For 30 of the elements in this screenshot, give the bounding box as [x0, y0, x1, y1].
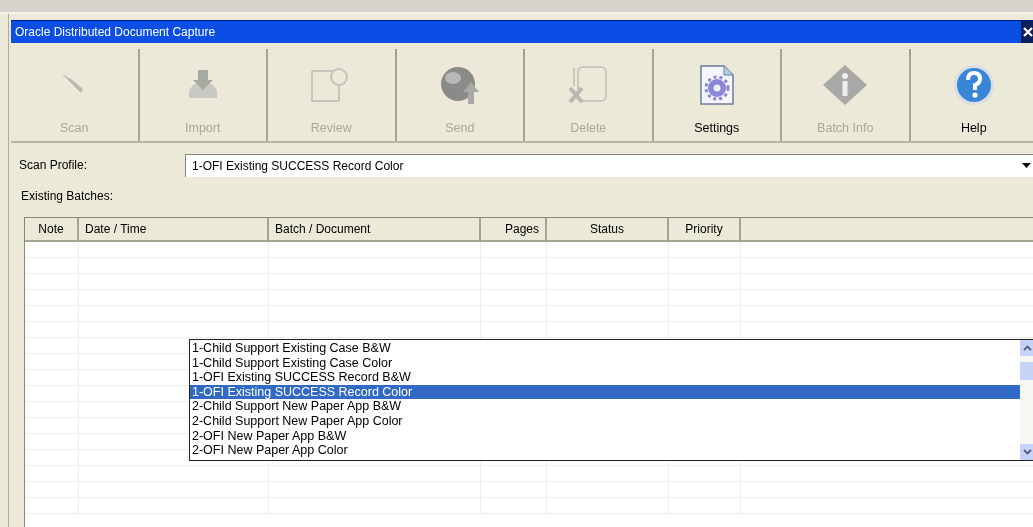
- scroll-up-button[interactable]: [1020, 340, 1033, 356]
- info-diamond-icon: [822, 64, 869, 106]
- column-header[interactable]: Date / Time: [79, 218, 269, 240]
- document-gear-icon: [698, 64, 735, 106]
- chevron-up-icon: [1023, 345, 1032, 351]
- dropdown-option[interactable]: 1-Child Support Existing Case Color: [190, 355, 1020, 371]
- column-header[interactable]: Batch / Document: [269, 218, 481, 240]
- column-header[interactable]: Pages: [481, 218, 547, 240]
- help-icon: [951, 63, 996, 107]
- column-header[interactable]: Status: [547, 218, 669, 240]
- dropdown-option[interactable]: 1-OFI Existing SUCCESS Record B&W: [190, 370, 1020, 385]
- scroll-down-button[interactable]: [1020, 444, 1033, 460]
- close-button[interactable]: [1021, 21, 1033, 43]
- dropdown-option[interactable]: 2-OFI New Paper App Color: [190, 443, 1020, 458]
- dropdown-option[interactable]: 2-Child Support New Paper App Color: [190, 413, 1020, 429]
- column-header[interactable]: Note: [25, 218, 79, 240]
- window-title: Oracle Distributed Document Capture: [14, 25, 217, 39]
- dropdown-option[interactable]: 1-OFI Existing SUCCESS Record Color: [190, 384, 1020, 400]
- column-header[interactable]: Priority: [669, 218, 741, 240]
- scan-profile-dropdown[interactable]: 1-OFI Existing SUCCESS Record Color: [185, 153, 1033, 177]
- close-icon: [1023, 27, 1033, 37]
- scrollbar[interactable]: [1020, 340, 1033, 460]
- dropdown-option[interactable]: 1-Child Support Existing Case B&W: [190, 341, 1020, 356]
- existing-batches-label: Existing Batches:: [21, 189, 115, 203]
- dropdown-option[interactable]: 2-OFI New Paper App B&W: [190, 428, 1020, 444]
- scan-profile-label: Scan Profile:: [18, 158, 89, 172]
- scroll-thumb[interactable]: [1020, 362, 1033, 380]
- dropdown-arrow-icon: [1022, 163, 1031, 168]
- chevron-down-icon: [1023, 449, 1032, 455]
- dropdown-option[interactable]: 2-Child Support New Paper App B&W: [190, 399, 1020, 414]
